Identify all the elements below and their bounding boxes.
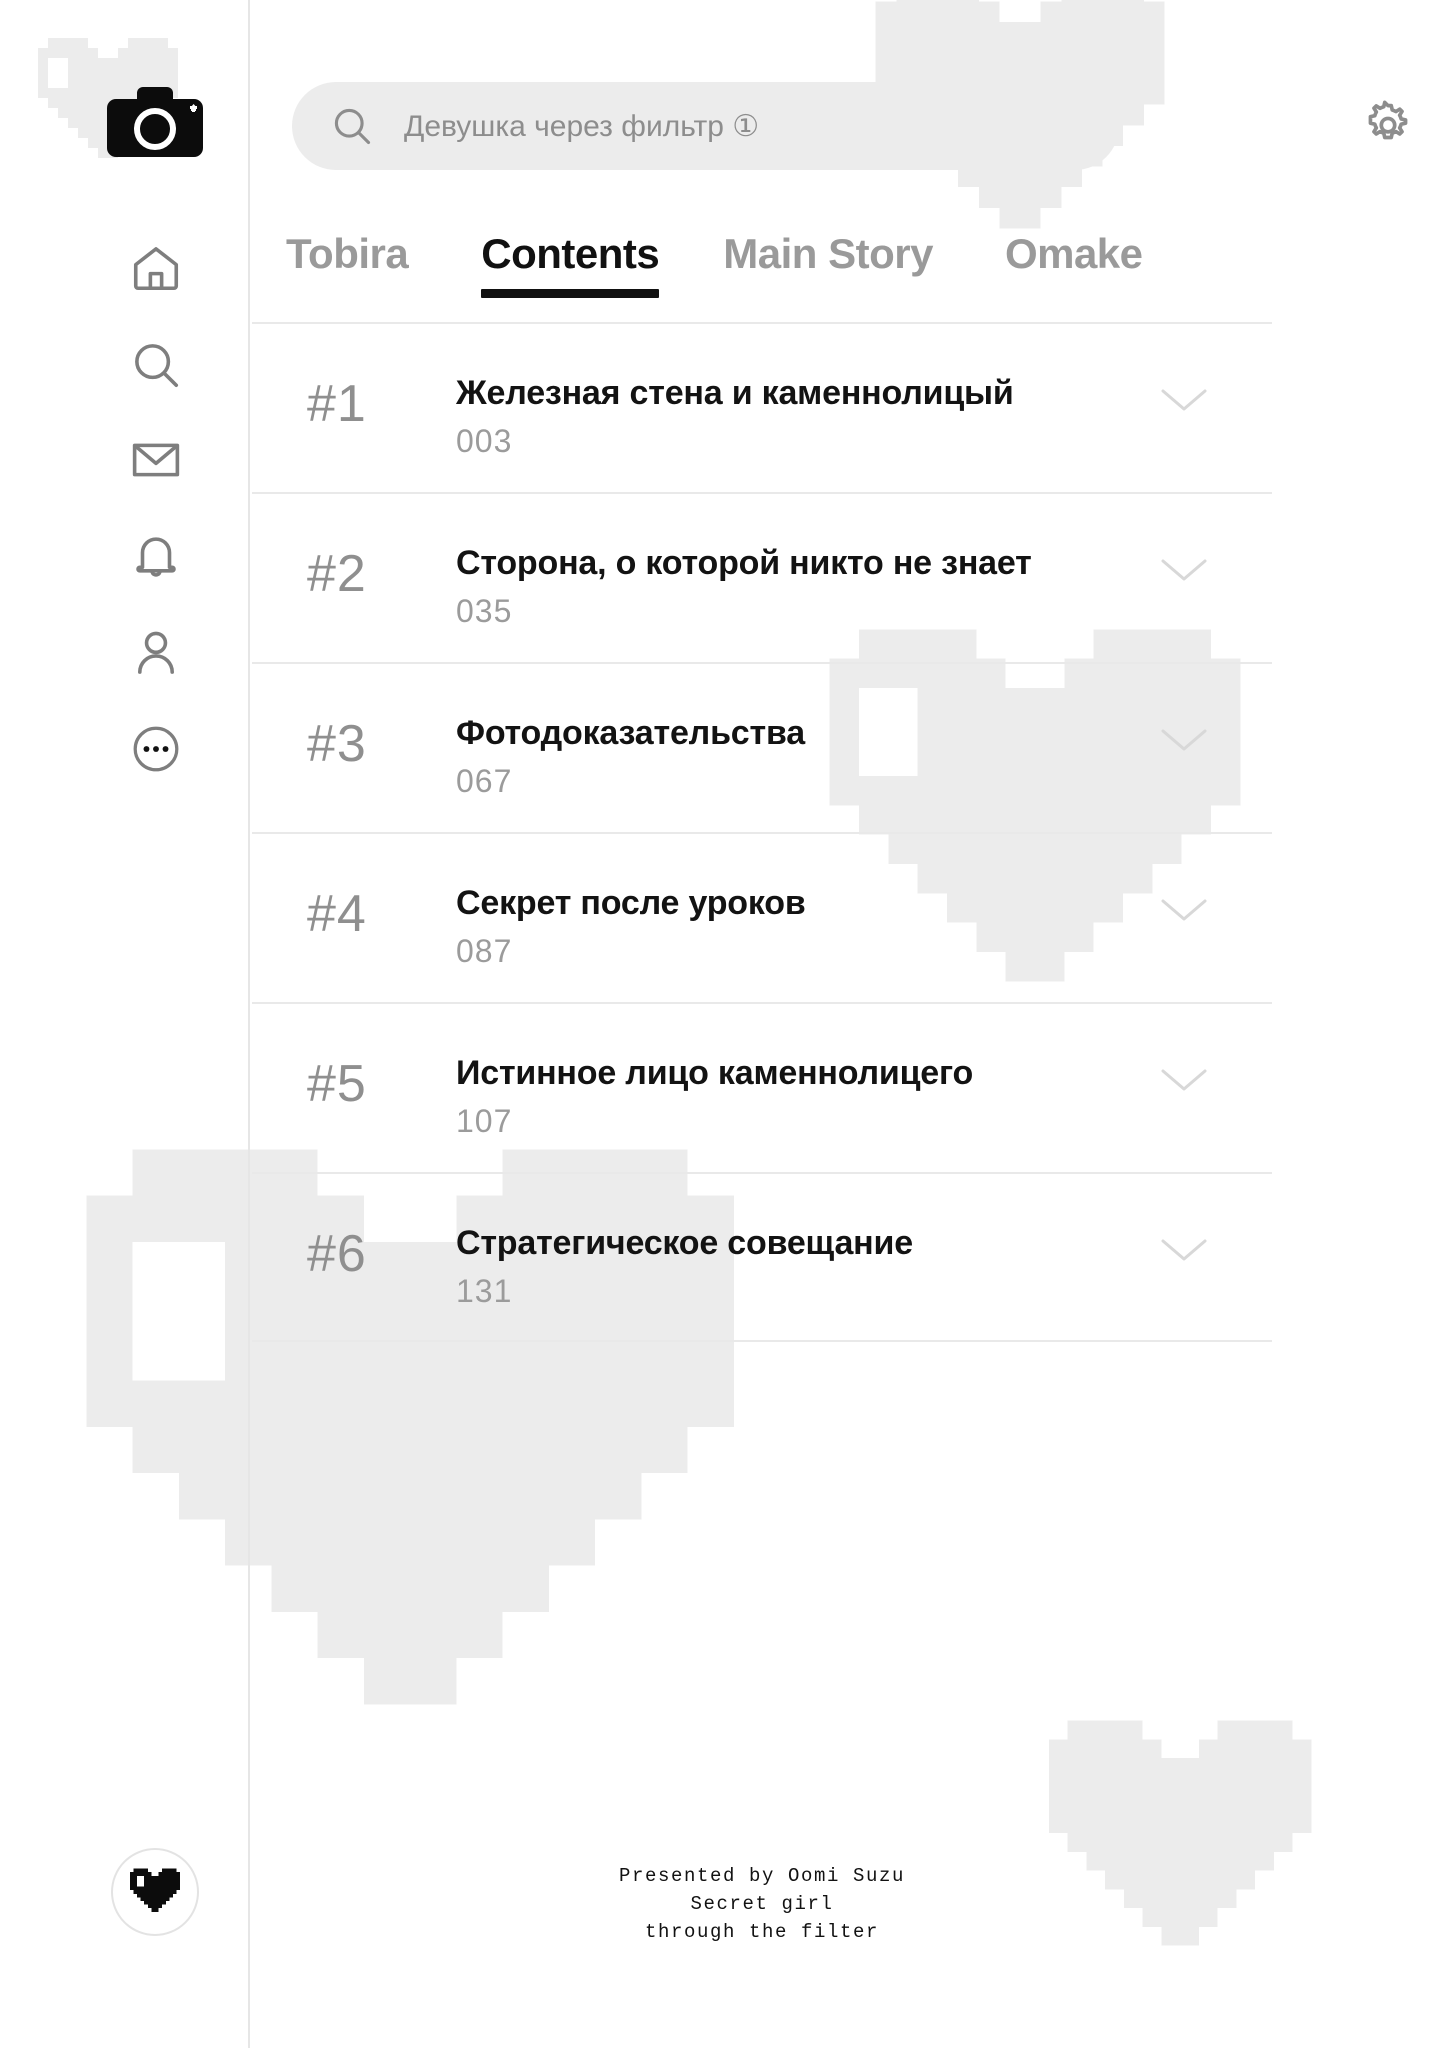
- table-row[interactable]: #2 Сторона, о которой никто не знает 035: [252, 492, 1272, 662]
- contents-list: #1 Железная стена и каменнолицый 003 #2 …: [252, 322, 1272, 1342]
- sidebar-item-mail[interactable]: [128, 432, 184, 488]
- pixel-heart-icon: [129, 1868, 181, 1912]
- tab-bar: Tobira Contents Main Story Omake: [252, 230, 1440, 322]
- tab-label: Contents: [481, 230, 660, 277]
- search-icon: [330, 104, 374, 148]
- chapter-page: 067: [456, 763, 513, 799]
- tab-main-story[interactable]: Main Story: [723, 230, 933, 298]
- table-row[interactable]: #4 Секрет после уроков 087: [252, 832, 1272, 1002]
- camera-icon: [107, 87, 203, 157]
- tab-active-underline: [481, 289, 660, 298]
- tab-label: Main Story: [723, 230, 933, 277]
- table-row[interactable]: #1 Железная стена и каменнолицый 003: [252, 322, 1272, 492]
- chapter-title: Сторона, о которой никто не знает: [456, 544, 1032, 582]
- chapter-body: Стратегическое совещание 131: [456, 1224, 913, 1310]
- sidebar-item-search[interactable]: [128, 337, 184, 393]
- sidebar: [0, 0, 250, 2048]
- chapter-number: #3: [307, 715, 367, 773]
- chevron-down-icon[interactable]: [1158, 554, 1210, 586]
- chapter-number: #5: [307, 1055, 367, 1113]
- chapter-page: 035: [456, 593, 513, 629]
- chevron-down-icon[interactable]: [1158, 384, 1210, 416]
- table-row[interactable]: #3 Фотодоказательства 067: [252, 662, 1272, 832]
- search-query-text: Девушка через фильтр ①: [404, 109, 760, 143]
- chapter-page: 107: [456, 1103, 513, 1139]
- sidebar-item-more[interactable]: [128, 721, 184, 777]
- app-root: Девушка через фильтр ① Tobira Contents M…: [0, 0, 1440, 2048]
- settings-button[interactable]: [1362, 100, 1414, 152]
- tab-contents[interactable]: Contents: [481, 230, 660, 298]
- chevron-down-icon[interactable]: [1158, 1234, 1210, 1266]
- more-ellipsis-icon: [133, 726, 179, 772]
- search-icon: [135, 344, 179, 388]
- credit-line-1: Presented by Oomi Suzu: [618, 1865, 906, 1887]
- chapter-title: Железная стена и каменнолицый: [456, 374, 1014, 412]
- chapter-page: 087: [456, 933, 513, 969]
- tab-tobira[interactable]: Tobira: [286, 230, 409, 298]
- chapter-number: #1: [307, 375, 367, 433]
- chapter-body: Сторона, о которой никто не знает 035: [456, 544, 1032, 630]
- chapter-title: Истинное лицо каменнолицего: [456, 1054, 974, 1092]
- tab-label: Tobira: [286, 230, 409, 277]
- table-row[interactable]: #6 Стратегическое совещание 131: [252, 1172, 1272, 1342]
- chapter-number: #6: [307, 1225, 367, 1283]
- credit-block: Presented by Oomi Suzu Secret girl throu…: [252, 1862, 1272, 1946]
- sidebar-item-notifications[interactable]: [128, 528, 184, 584]
- chapter-title: Секрет после уроков: [456, 884, 806, 922]
- top-bar: Девушка через фильтр ①: [252, 78, 1440, 172]
- chapter-body: Секрет после уроков 087: [456, 884, 806, 970]
- chevron-down-icon[interactable]: [1158, 724, 1210, 756]
- tab-label: Omake: [1004, 230, 1143, 277]
- gear-icon: [1368, 100, 1408, 140]
- bell-icon: [136, 537, 176, 577]
- chapter-page: 131: [456, 1273, 513, 1309]
- chapter-page: 003: [456, 423, 513, 459]
- person-icon: [138, 631, 174, 674]
- app-logo[interactable]: [107, 85, 203, 157]
- chapter-body: Железная стена и каменнолицый 003: [456, 374, 1014, 460]
- mail-icon: [132, 443, 180, 477]
- chevron-down-icon[interactable]: [1158, 894, 1210, 926]
- credit-line-2: Secret girl: [690, 1893, 834, 1915]
- search-input[interactable]: Девушка через фильтр ①: [292, 82, 1119, 170]
- chapter-title: Стратегическое совещание: [456, 1224, 913, 1262]
- chapter-body: Фотодоказательства 067: [456, 714, 805, 800]
- table-row[interactable]: #5 Истинное лицо каменнолицего 107: [252, 1002, 1272, 1172]
- tab-omake[interactable]: Omake: [1005, 230, 1143, 298]
- home-icon: [133, 247, 179, 291]
- chapter-title: Фотодоказательства: [456, 714, 805, 752]
- credit-line-3: through the filter: [644, 1921, 880, 1943]
- sidebar-item-profile[interactable]: [128, 625, 184, 681]
- chapter-number: #2: [307, 545, 367, 603]
- main-content: Девушка через фильтр ① Tobira Contents M…: [252, 0, 1440, 2048]
- chapter-body: Истинное лицо каменнолицего 107: [456, 1054, 973, 1140]
- chapter-number: #4: [307, 885, 367, 943]
- sidebar-heart-badge[interactable]: [111, 1848, 199, 1936]
- sidebar-item-home[interactable]: [128, 240, 184, 296]
- chevron-down-icon[interactable]: [1158, 1064, 1210, 1096]
